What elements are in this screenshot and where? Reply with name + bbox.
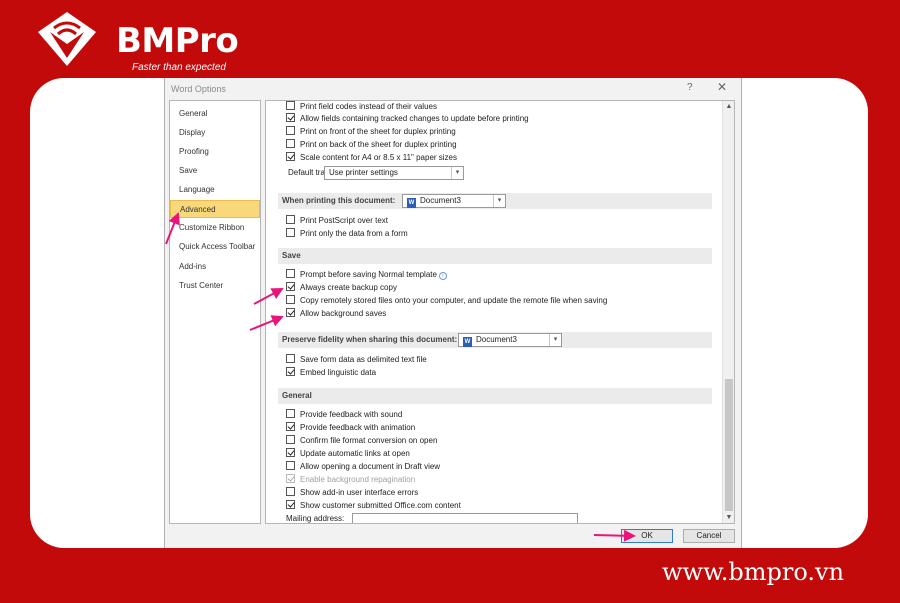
option-row-background-saves[interactable]: Allow background saves [286,308,386,320]
document-icon: W [463,337,472,347]
checkbox[interactable] [286,500,295,509]
checkbox[interactable] [286,367,295,376]
checkbox[interactable] [286,113,295,122]
checkbox[interactable] [286,269,295,278]
option-row[interactable]: Scale content for A4 or 8.5 x 11" paper … [286,152,457,164]
option-row[interactable]: Print on front of the sheet for duplex p… [286,126,456,138]
checkbox[interactable] [286,228,295,237]
word-options-dialog: Word Options ? ✕ General Display Proofin… [164,78,742,548]
chevron-down-icon: ▾ [451,167,463,179]
scrollbar[interactable]: ▲ ▼ [722,101,734,523]
mailing-address-input[interactable] [352,513,578,523]
help-button[interactable]: ? [687,82,693,93]
info-icon: i [438,272,447,280]
option-row[interactable]: Show customer submitted Office.com conte… [286,500,461,512]
checkbox[interactable] [286,215,295,224]
option-row[interactable]: Provide feedback with sound [286,409,402,421]
checkbox [286,474,295,483]
nav-item-display[interactable]: Display [170,124,260,142]
print-document-select[interactable]: W Document3 ▾ [402,194,506,208]
checkbox[interactable] [286,354,295,363]
options-nav: General Display Proofing Save Language A… [169,100,261,524]
chevron-down-icon: ▾ [549,334,561,346]
option-row-disabled: Enable background repagination [286,474,415,486]
chevron-down-icon: ▾ [493,195,505,207]
document-icon: W [407,198,416,208]
logo-icon [38,12,96,66]
nav-item-trust-center[interactable]: Trust Center [170,277,260,295]
checkbox[interactable] [286,139,295,148]
nav-item-proofing[interactable]: Proofing [170,143,260,161]
checkbox[interactable] [286,487,295,496]
advanced-options-panel: Print field codes instead of their value… [265,100,735,524]
option-row-backup[interactable]: Always create backup copy [286,282,397,294]
checkbox[interactable] [286,152,295,161]
default-tray-select[interactable]: Use printer settings ▾ [324,166,464,180]
checkbox[interactable] [286,126,295,135]
mailing-address-label: Mailing address: [286,514,345,523]
option-row[interactable]: Prompt before saving Normal template i [286,269,447,281]
nav-item-add-ins[interactable]: Add-ins [170,258,260,276]
dialog-title: Word Options [171,84,226,94]
website-url: www.bmpro.vn [662,558,845,586]
checkbox[interactable] [286,101,295,110]
checkbox[interactable] [286,308,295,317]
option-row[interactable]: Print only the data from a form [286,228,408,240]
option-row[interactable]: Save form data as delimited text file [286,354,427,366]
nav-item-advanced[interactable]: Advanced [170,200,260,218]
nav-item-language[interactable]: Language [170,181,260,199]
section-save: Save [278,248,712,264]
option-row[interactable]: Print field codes instead of their value… [286,101,437,113]
scrollbar-thumb[interactable] [725,379,733,511]
nav-item-general[interactable]: General [170,105,260,123]
option-row[interactable]: Provide feedback with animation [286,422,415,434]
option-row[interactable]: Copy remotely stored files onto your com… [286,295,607,307]
option-row[interactable]: Print on back of the sheet for duplex pr… [286,139,457,151]
brand-tagline: Faster than expected [132,62,226,73]
checkbox[interactable] [286,409,295,418]
cancel-button[interactable]: Cancel [683,529,735,543]
option-row[interactable]: Print PostScript over text [286,215,388,227]
checkbox[interactable] [286,422,295,431]
section-general: General [278,388,712,404]
option-row[interactable]: Allow opening a document in Draft view [286,461,440,473]
nav-item-customize-ribbon[interactable]: Customize Ribbon [170,219,260,237]
brand-name: BMPro [116,21,239,61]
option-row[interactable]: Embed linguistic data [286,367,376,379]
option-row[interactable]: Show add-in user interface errors [286,487,418,499]
close-icon[interactable]: ✕ [717,80,727,94]
checkbox[interactable] [286,295,295,304]
option-row[interactable]: Confirm file format conversion on open [286,435,437,447]
nav-item-quick-access-toolbar[interactable]: Quick Access Toolbar [170,238,260,256]
arrow-down-icon[interactable]: ▼ [723,514,734,521]
nav-item-save[interactable]: Save [170,162,260,180]
checkbox[interactable] [286,282,295,291]
fidelity-document-select[interactable]: W Document3 ▾ [458,333,562,347]
arrow-up-icon[interactable]: ▲ [723,103,734,110]
ok-button[interactable]: OK [621,529,673,543]
checkbox[interactable] [286,435,295,444]
checkbox[interactable] [286,448,295,457]
brand: BMPro Faster than expected [36,10,256,73]
option-row[interactable]: Allow fields containing tracked changes … [286,113,529,125]
option-row[interactable]: Update automatic links at open [286,448,410,460]
checkbox[interactable] [286,461,295,470]
